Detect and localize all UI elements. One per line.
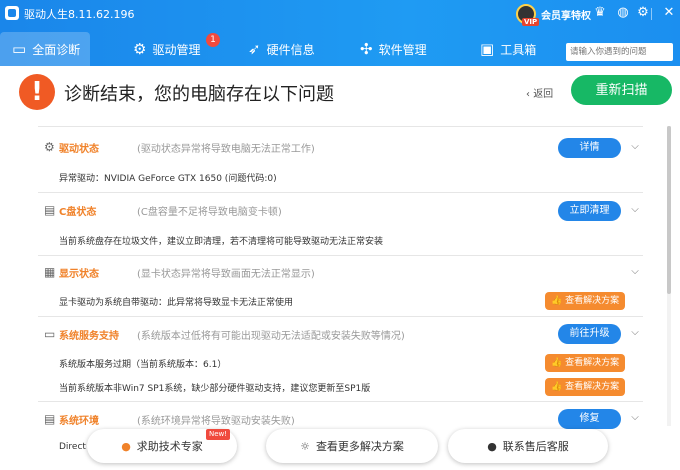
close-icon[interactable]: ✕	[662, 6, 676, 20]
section-title-c-drive: C盘状态	[59, 207, 97, 218]
tab-driver-management[interactable]: ⚙ 驱动管理	[133, 32, 200, 66]
tab-label: 软件管理	[378, 42, 427, 57]
display-card-icon: ▦	[44, 265, 56, 279]
person-icon: ●	[121, 439, 131, 453]
section-desc: (系统环境异常将导致驱动安装失败)	[137, 416, 295, 427]
section-divider	[38, 126, 643, 127]
section-divider	[38, 316, 643, 317]
title-bar: 驱动人生8.11.62.196 VIP 会员享特权 ♛ ◍ ⚙ ✕	[0, 0, 680, 28]
tab-label: 工具箱	[500, 42, 537, 57]
section-detail: 显卡驱动为系统自带驱动：此异常将导致显卡无法正常使用	[59, 298, 294, 308]
chevron-down-icon[interactable]: ⌵	[629, 412, 641, 423]
toolbox-icon: ▣	[480, 39, 495, 58]
monitor-icon: ▭	[12, 39, 27, 58]
section-title-system-service: 系统服务支持	[59, 331, 119, 342]
section-detail: 当前系统盘存在垃圾文件，建议立即清理，若不清理将可能导致驱动无法正常安装	[59, 237, 384, 247]
tab-full-diagnosis[interactable]: ▭ 全面诊断	[0, 32, 91, 66]
details-button[interactable]: 详情	[558, 138, 621, 158]
search-input[interactable]	[566, 43, 673, 61]
tab-label: 硬件信息	[266, 42, 315, 57]
section-desc: (驱动状态异常将导致电脑无法正常工作)	[137, 144, 315, 155]
thumbs-up-icon: 👍	[551, 358, 566, 368]
section-title-system-environment: 系统环境	[59, 416, 99, 427]
contact-support-button[interactable]: ● 联系售后客服	[448, 429, 608, 463]
gear-icon: ⚙	[133, 39, 147, 58]
view-solution-button[interactable]: 👍 查看解决方案	[545, 292, 626, 310]
clean-now-button[interactable]: 立即清理	[558, 201, 621, 221]
app-logo-icon	[5, 6, 19, 20]
support-icon: ●	[487, 439, 497, 453]
tab-label: 全面诊断	[32, 42, 81, 57]
section-divider	[38, 401, 643, 402]
back-button[interactable]: ‹ 返回	[526, 85, 553, 100]
section-detail: 系统版本服务过期（当前系统版本：6.1）	[59, 360, 227, 370]
chevron-down-icon[interactable]: ⌵	[629, 204, 641, 215]
section-divider	[38, 192, 643, 193]
section-desc: (C盘容量不足将导致电脑变卡顿)	[137, 207, 282, 218]
window-title: 驱动人生8.11.62.196	[24, 8, 135, 21]
section-title-display-status: 显示状态	[59, 269, 99, 280]
system-env-icon: ▤	[44, 412, 56, 426]
tab-toolbox[interactable]: ▣ 工具箱	[480, 32, 536, 66]
lightbulb-icon: ☼	[300, 439, 310, 453]
crown-icon[interactable]: ♛	[593, 6, 607, 20]
upgrade-button[interactable]: 前往升级	[558, 324, 621, 344]
titlebar-divider	[651, 8, 652, 20]
section-title-driver-status: 驱动状态	[59, 144, 99, 155]
tab-software-management[interactable]: ✣ 软件管理	[360, 32, 427, 66]
view-solution-button[interactable]: 👍 查看解决方案	[545, 354, 626, 372]
scrollbar-thumb[interactable]	[667, 126, 671, 294]
alert-icon: !	[19, 74, 55, 110]
section-desc: (显卡状态异常将导致画面无法正常显示)	[137, 269, 315, 280]
gear-icon: ⚙	[44, 140, 55, 154]
view-solution-button[interactable]: 👍 查看解决方案	[545, 378, 626, 396]
app-header: 驱动人生8.11.62.196 VIP 会员享特权 ♛ ◍ ⚙ ✕ ▭ 全面诊断…	[0, 0, 680, 66]
disk-icon: ▤	[44, 203, 56, 217]
section-desc: (系统版本过低将有可能出现驱动无法适配或安装失败等情况)	[137, 331, 405, 342]
section-divider	[38, 255, 643, 256]
tab-hardware-info[interactable]: ➶ 硬件信息	[248, 32, 315, 66]
chevron-down-icon[interactable]: ⌵	[629, 266, 641, 277]
member-privilege-link[interactable]: 会员享特权	[541, 7, 591, 22]
tab-label: 驱动管理	[152, 42, 201, 57]
section-detail: 异常驱动：NVIDIA GeForce GTX 1650 (问题代码:0)	[59, 174, 277, 184]
section-detail: 当前系统版本非Win7 SP1系统，缺少部分硬件驱动支持，建议您更新至SP1版	[59, 384, 371, 394]
more-solutions-button[interactable]: ☼ 查看更多解决方案	[266, 429, 438, 463]
thumbs-up-icon: 👍	[551, 296, 566, 306]
repair-button[interactable]: 修复	[558, 409, 621, 429]
driver-update-badge: 1	[206, 33, 220, 47]
rescan-button[interactable]: 重新扫描	[571, 75, 672, 105]
settings-icon[interactable]: ⚙	[636, 6, 650, 20]
vip-badge: VIP	[522, 18, 540, 26]
chevron-down-icon[interactable]: ⌵	[629, 141, 641, 152]
thumbs-up-icon: 👍	[551, 382, 566, 392]
apps-icon: ✣	[360, 39, 373, 58]
user-center-icon[interactable]: ◍	[616, 6, 630, 20]
page-title: 诊断结束，您的电脑存在以下问题	[64, 84, 334, 105]
new-badge: New!	[206, 429, 231, 440]
section-detail: Direct	[59, 442, 86, 452]
chevron-down-icon[interactable]: ⌵	[629, 327, 641, 338]
computer-icon: ▭	[44, 327, 56, 341]
rocket-icon: ➶	[248, 39, 261, 58]
